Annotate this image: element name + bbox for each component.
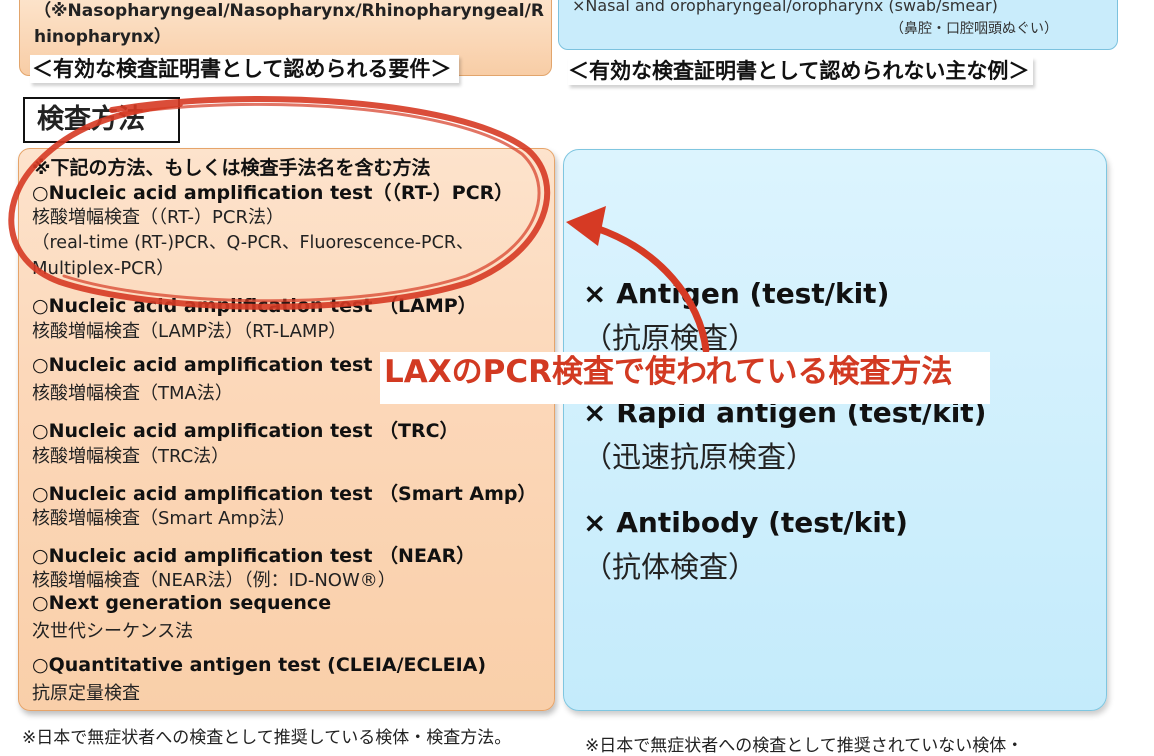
smartamp-method-title: ○Nucleic acid amplification test （Smart …	[32, 483, 537, 505]
ngs-method-jp: 次世代シーケンス法	[32, 621, 194, 642]
pcr-variants: （real-time (RT-)PCR、Q-PCR、Fluorescence-P…	[32, 233, 474, 253]
footer-note-left: ※日本で無症状者への検査として推奨している検体・検査方法。	[22, 728, 512, 748]
smartamp-method-jp: 核酸増幅検査（Smart Amp法）	[32, 508, 296, 529]
antigen-item: × Antigen (test/kit)	[583, 277, 890, 310]
quant-antigen-title: ○Quantitative antigen test (CLEIA/ECLEIA…	[32, 654, 487, 676]
test-method-title: 検査方法	[23, 97, 180, 143]
method-note: ※下記の方法、もしくは検査手法名を含む方法	[32, 157, 431, 179]
near-method-title: ○Nucleic acid amplification test （NEAR）	[32, 545, 476, 567]
invalid-methods-panel	[563, 149, 1107, 711]
tma-method-title: ○Nucleic acid amplification test	[32, 354, 373, 376]
quant-antigen-jp: 抗原定量検査	[32, 683, 140, 704]
antibody-item: × Antibody (test/kit)	[583, 506, 908, 539]
invalid-specimen-text: ×Nasal and oropharyngeal/oropharynx (swa…	[572, 0, 998, 15]
antigen-item-jp: （抗原検査）	[583, 321, 758, 355]
pcr-variants-cont: Multiplex-PCR）	[32, 258, 175, 279]
footer-note-right: ※日本で無症状者への検査として推奨されていない検体・	[585, 736, 1024, 756]
tma-method-jp: 核酸増幅検査（TMA法）	[32, 383, 233, 404]
trc-method-jp: 核酸増幅検査（TRC法）	[32, 446, 230, 467]
pcr-method-title: ○Nucleic acid amplification test（（RT-）PC…	[32, 182, 514, 204]
invalid-examples-heading: ＜有効な検査証明書として認められない主な例＞	[568, 57, 1034, 85]
pcr-method-jp: 核酸増幅検査（（RT-）PCR法）	[32, 207, 284, 228]
lamp-method-jp: 核酸増幅検査（LAMP法）（RT-LAMP）	[32, 321, 347, 342]
rapid-antigen-item-jp: （迅速抗原検査）	[583, 440, 816, 474]
valid-requirements-heading: ＜有効な検査証明書として認められる要件＞	[30, 55, 460, 83]
specimen-text: （※Nasopharyngeal/Nasopharynx/Rhinopharyn…	[34, 1, 544, 47]
lax-pcr-callout: LAXのPCR検査で使われている検査方法	[380, 352, 990, 404]
ngs-method-title: ○Next generation sequence	[32, 592, 332, 614]
near-method-jp: 核酸増幅検査（NEAR法）（例：ID-NOW®）	[32, 570, 396, 591]
invalid-specimen-jp: （鼻腔・口腔咽頭ぬぐい）	[890, 21, 1058, 37]
lamp-method-title: ○Nucleic acid amplification test （LAMP）	[32, 295, 477, 317]
trc-method-title: ○Nucleic acid amplification test （TRC）	[32, 420, 459, 442]
antibody-item-jp: （抗体検査）	[583, 550, 758, 584]
